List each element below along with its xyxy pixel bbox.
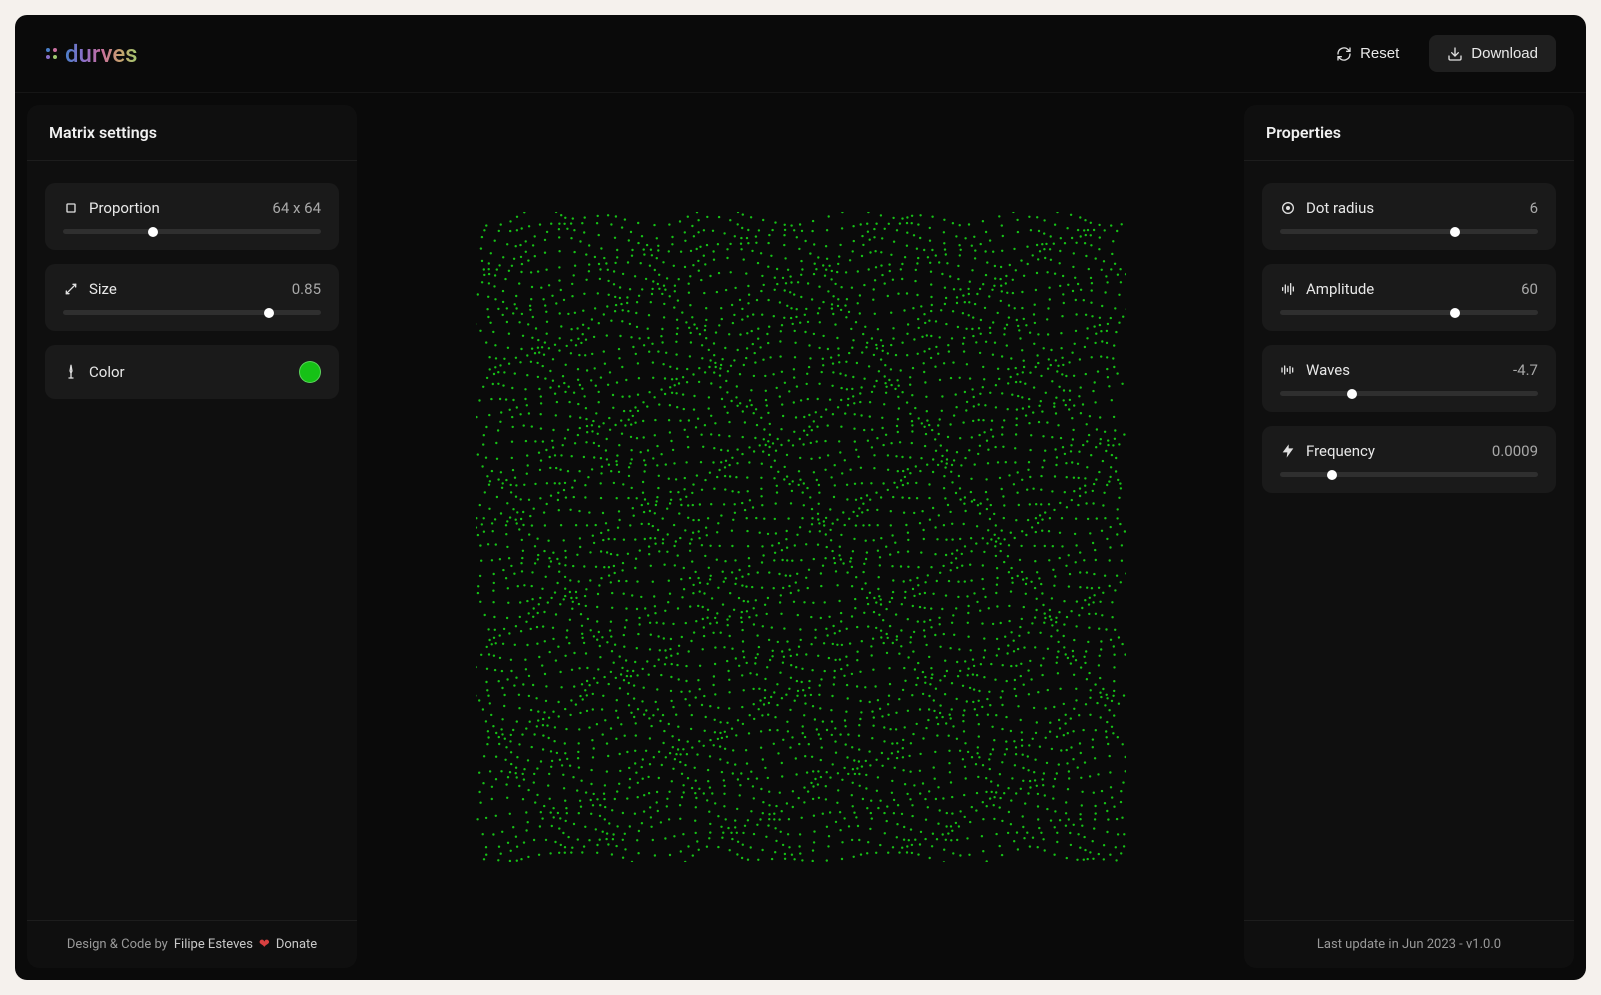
- amplitude-icon: [1280, 281, 1296, 297]
- dot-radius-value: 6: [1530, 199, 1538, 217]
- heart-icon: ❤: [259, 937, 270, 952]
- color-label: Color: [89, 363, 125, 381]
- proportion-slider[interactable]: [63, 229, 321, 234]
- canvas-area: [357, 93, 1244, 980]
- dot-radius-slider-thumb[interactable]: [1450, 227, 1460, 237]
- dot-radius-control: Dot radius 6: [1262, 183, 1556, 250]
- proportion-icon: [63, 200, 79, 216]
- reset-button[interactable]: Reset: [1318, 35, 1417, 72]
- proportion-label: Proportion: [89, 199, 160, 217]
- size-value: 0.85: [292, 280, 321, 298]
- footer-donate-link[interactable]: Donate: [276, 937, 317, 952]
- footer-author-link[interactable]: Filipe Esteves: [174, 937, 253, 952]
- frequency-slider[interactable]: [1280, 472, 1538, 477]
- header-actions: Reset Download: [1318, 35, 1556, 72]
- properties-panel: Properties Dot radius: [1244, 105, 1574, 968]
- frequency-slider-thumb[interactable]: [1327, 470, 1337, 480]
- proportion-slider-thumb[interactable]: [148, 227, 158, 237]
- frequency-control: Frequency 0.0009: [1262, 426, 1556, 493]
- header-bar: durves Reset: [15, 15, 1586, 93]
- version-text: Last update in Jun 2023 - v1.0.0: [1317, 937, 1501, 952]
- app-name: durves: [65, 40, 138, 68]
- logo-dots-icon: [45, 47, 59, 61]
- properties-body: Dot radius 6: [1244, 161, 1574, 920]
- app-logo: durves: [45, 40, 138, 68]
- dot-radius-label: Dot radius: [1306, 199, 1374, 217]
- resize-icon: [63, 281, 79, 297]
- size-control: Size 0.85: [45, 264, 339, 331]
- amplitude-value: 60: [1521, 280, 1538, 298]
- refresh-icon: [1336, 46, 1352, 62]
- main-content: Matrix settings: [15, 93, 1586, 980]
- dot-radius-icon: [1280, 200, 1296, 216]
- size-slider-thumb[interactable]: [264, 308, 274, 318]
- matrix-settings-title: Matrix settings: [49, 123, 335, 142]
- app-window: durves Reset: [15, 15, 1586, 980]
- size-label: Size: [89, 280, 117, 298]
- download-icon: [1447, 46, 1463, 62]
- waves-slider[interactable]: [1280, 391, 1538, 396]
- right-sidebar-footer: Last update in Jun 2023 - v1.0.0: [1244, 920, 1574, 968]
- properties-header: Properties: [1244, 105, 1574, 161]
- waves-slider-thumb[interactable]: [1347, 389, 1357, 399]
- waves-label: Waves: [1306, 361, 1350, 379]
- color-control: Color: [45, 345, 339, 399]
- waves-control: Waves -4.7: [1262, 345, 1556, 412]
- amplitude-slider-thumb[interactable]: [1450, 308, 1460, 318]
- dot-radius-slider[interactable]: [1280, 229, 1538, 234]
- proportion-value: 64 x 64: [272, 199, 321, 217]
- frequency-value: 0.0009: [1492, 442, 1538, 460]
- waves-value: -4.7: [1513, 361, 1538, 379]
- frequency-icon: [1280, 443, 1296, 459]
- matrix-settings-panel: Matrix settings: [27, 105, 357, 968]
- waves-icon: [1280, 362, 1296, 378]
- matrix-settings-body: Proportion 64 x 64: [27, 161, 357, 920]
- properties-title: Properties: [1266, 123, 1552, 142]
- download-button[interactable]: Download: [1429, 35, 1556, 72]
- color-icon: [63, 364, 79, 380]
- frequency-label: Frequency: [1306, 442, 1375, 460]
- matrix-settings-header: Matrix settings: [27, 105, 357, 161]
- amplitude-label: Amplitude: [1306, 280, 1374, 298]
- proportion-control: Proportion 64 x 64: [45, 183, 339, 250]
- dot-canvas[interactable]: [476, 212, 1126, 862]
- download-label: Download: [1471, 45, 1538, 62]
- color-swatch[interactable]: [299, 361, 321, 383]
- size-slider[interactable]: [63, 310, 321, 315]
- footer-prefix: Design & Code by: [67, 937, 168, 952]
- left-sidebar-footer: Design & Code by Filipe Esteves ❤ Donate: [27, 920, 357, 968]
- amplitude-control: Amplitude 60: [1262, 264, 1556, 331]
- reset-label: Reset: [1360, 45, 1399, 62]
- amplitude-slider[interactable]: [1280, 310, 1538, 315]
